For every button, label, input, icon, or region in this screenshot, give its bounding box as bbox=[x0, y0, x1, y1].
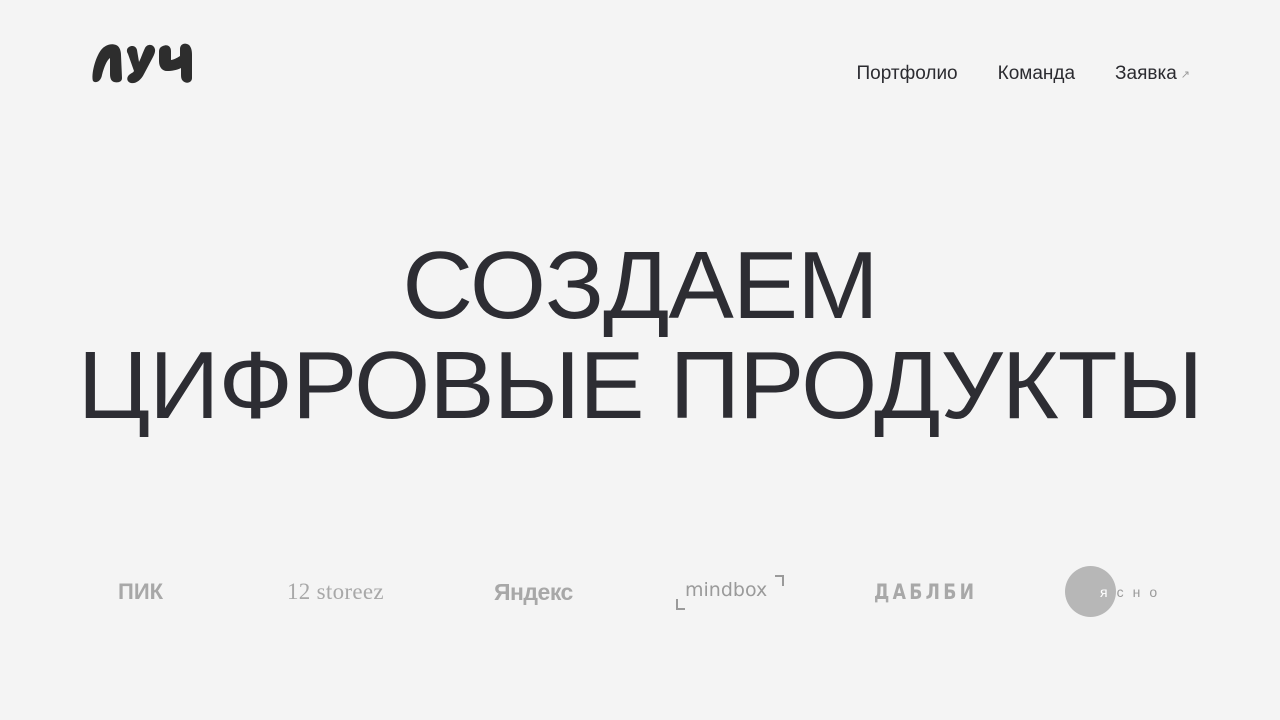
nav-request-label: Заявка bbox=[1115, 63, 1177, 84]
yasno-first-letter: я bbox=[1100, 584, 1117, 600]
yasno-logo-text: ясно bbox=[1100, 584, 1166, 600]
nav-request[interactable]: Заявка ↗ bbox=[1115, 62, 1190, 86]
hero-line-1: СОЗДАЕМ bbox=[402, 232, 878, 339]
client-logo-yandex: Яндекс bbox=[494, 560, 573, 624]
mindbox-bracket-icon bbox=[775, 575, 784, 586]
yandex-logo-text: Яндекс bbox=[494, 578, 573, 605]
dablbi-logo-text: ДАБЛБИ bbox=[874, 580, 978, 604]
main-nav: Портфолио Команда Заявка ↗ bbox=[857, 62, 1191, 86]
nav-portfolio[interactable]: Портфолио bbox=[857, 62, 958, 86]
client-logos: ПИК 12 storeez Яндекс mindbox ДАБЛБИ ясн… bbox=[0, 560, 1280, 624]
client-logo-dablbi: ДАБЛБИ bbox=[874, 560, 977, 624]
mindbox-logo-text: mindbox bbox=[685, 579, 768, 601]
client-logo-pik: ПИК bbox=[118, 560, 163, 624]
yasno-rest-letters: сно bbox=[1116, 584, 1167, 600]
client-logo-mindbox: mindbox bbox=[676, 560, 784, 624]
landing-page: Портфолио Команда Заявка ↗ СОЗДАЕМ ЦИФРО… bbox=[0, 0, 1280, 720]
hero-heading: СОЗДАЕМ ЦИФРОВЫЕ ПРОДУКТЫ bbox=[0, 238, 1280, 434]
client-logo-12-storeez: 12 storeez bbox=[287, 560, 384, 624]
arrow-up-right-icon: ↗ bbox=[1180, 69, 1190, 81]
pik-logo-text: ПИК bbox=[118, 579, 164, 604]
mindbox-bracket-icon bbox=[676, 599, 685, 610]
luch-logo-icon bbox=[92, 43, 192, 84]
client-logo-yasno: ясно bbox=[1065, 560, 1166, 624]
hero-line-2: ЦИФРОВЫЕ ПРОДУКТЫ bbox=[77, 332, 1203, 439]
nav-team[interactable]: Команда bbox=[998, 62, 1075, 86]
storeez-logo-text: 12 storeez bbox=[287, 579, 384, 604]
